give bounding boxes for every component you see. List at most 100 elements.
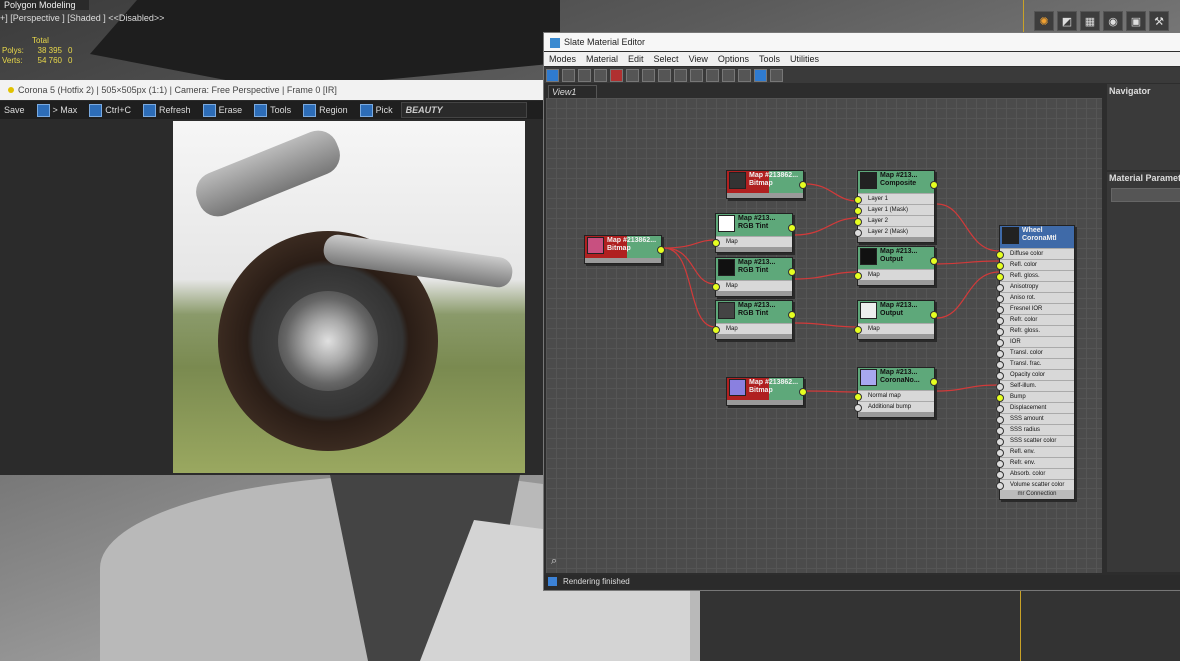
node-corona-normal[interactable]: Map #213... CoronaNo... Normal map Additi…: [854, 367, 938, 418]
slot-sss-amount[interactable]: SSS amount: [996, 413, 1074, 424]
menu-edit[interactable]: Edit: [623, 52, 649, 66]
viewport-label[interactable]: +] [Perspective ] [Shaded ] <<Disabled>>: [0, 13, 164, 23]
erase-button[interactable]: Erase: [199, 102, 247, 118]
slot-layer2-mask[interactable]: Layer 2 (Mask): [854, 226, 934, 237]
assign-material-icon[interactable]: [594, 68, 607, 82]
slot-normal-map[interactable]: Normal map: [854, 390, 934, 401]
slot-map[interactable]: Map: [712, 280, 792, 291]
menu-modes[interactable]: Modes: [544, 52, 581, 66]
slot-map[interactable]: Map: [712, 323, 792, 334]
move-children-icon[interactable]: [626, 68, 639, 82]
menu-select[interactable]: Select: [649, 52, 684, 66]
schematic-icon[interactable]: ▦: [1080, 11, 1100, 31]
copy-button[interactable]: Ctrl+C: [85, 102, 135, 118]
node-bitmap-top[interactable]: Map #213862... Bitmap: [726, 170, 807, 199]
layout-all-icon[interactable]: [722, 68, 735, 82]
slot-opacity-color[interactable]: Opacity color: [996, 369, 1074, 380]
slot-refl-env[interactable]: Refl. env.: [996, 446, 1074, 457]
slot-map[interactable]: Map: [854, 323, 934, 334]
curve-editor-icon[interactable]: ◩: [1057, 11, 1077, 31]
output-socket[interactable]: [799, 388, 807, 396]
slot-refr-color[interactable]: Refr. color: [996, 314, 1074, 325]
select-tool-icon[interactable]: [546, 68, 559, 82]
tools-button[interactable]: Tools: [250, 102, 295, 118]
bitmap-thumbnail: [729, 172, 746, 189]
node-rgb-tint-1[interactable]: Map #213... RGB Tint Map: [712, 213, 796, 253]
output-socket[interactable]: [930, 257, 938, 265]
node-output-1[interactable]: Map #213... Output Map: [854, 246, 938, 286]
slot-sss-radius[interactable]: SSS radius: [996, 424, 1074, 435]
slot-layer2[interactable]: Layer 2: [854, 215, 934, 226]
output-socket[interactable]: [930, 181, 938, 189]
slot-refr-env[interactable]: Refr. env.: [996, 457, 1074, 468]
layout-children-icon[interactable]: [738, 68, 751, 82]
mr-connection[interactable]: mr Connection: [1000, 490, 1074, 499]
material-map-browser-icon[interactable]: [754, 68, 767, 82]
node-bitmap-bottom[interactable]: Map #213862... Bitmap: [726, 377, 807, 406]
material-parameters-title: Material Parameters: [1109, 173, 1180, 183]
slot-sss-scatter-color[interactable]: SSS scatter color: [996, 435, 1074, 446]
hammer-icon[interactable]: ⚒: [1149, 11, 1169, 31]
delete-icon[interactable]: [610, 68, 623, 82]
material-name-field[interactable]: [1111, 188, 1180, 202]
slot-transl-color[interactable]: Transl. color: [996, 347, 1074, 358]
slot-map[interactable]: Map: [712, 236, 792, 247]
background-icon[interactable]: [674, 68, 687, 82]
menu-tools[interactable]: Tools: [754, 52, 785, 66]
refresh-button[interactable]: Refresh: [139, 102, 195, 118]
node-rgb-tint-3[interactable]: Map #213... RGB Tint Map: [712, 300, 796, 340]
output-socket[interactable]: [788, 311, 796, 319]
output-socket[interactable]: [788, 224, 796, 232]
show-map-icon[interactable]: [658, 68, 671, 82]
slot-diffuse-color[interactable]: Diffuse color: [996, 248, 1074, 259]
bitmap-thumbnail: [729, 379, 746, 396]
menu-view[interactable]: View: [684, 52, 713, 66]
slot-anisotropy[interactable]: Anisotropy: [996, 281, 1074, 292]
node-bitmap-left[interactable]: Map #213862... Bitmap: [584, 235, 665, 264]
pick-button[interactable]: Pick: [356, 102, 397, 118]
menu-utilities[interactable]: Utilities: [785, 52, 824, 66]
channel-select[interactable]: BEAUTY: [400, 102, 527, 118]
menu-material[interactable]: Material: [581, 52, 623, 66]
slot-fresnel-ior[interactable]: Fresnel IOR: [996, 303, 1074, 314]
slot-refl-color[interactable]: Refl. color: [996, 259, 1074, 270]
slot-volume-scatter-color[interactable]: Volume scatter color: [996, 479, 1074, 490]
slot-layer1[interactable]: Layer 1: [854, 193, 934, 204]
region-button[interactable]: Region: [299, 102, 352, 118]
node-composite[interactable]: Map #213... Composite Layer 1 Layer 1 (Ma…: [854, 170, 938, 243]
eyedropper-icon[interactable]: [562, 68, 575, 82]
output-socket[interactable]: [657, 246, 665, 254]
output-socket[interactable]: [930, 378, 938, 386]
slot-refl-gloss[interactable]: Refl. gloss.: [996, 270, 1074, 281]
to-max-button[interactable]: > Max: [33, 102, 82, 118]
slot-aniso-rot[interactable]: Aniso rot.: [996, 292, 1074, 303]
put-to-scene-icon[interactable]: [578, 68, 591, 82]
slot-additional-bump[interactable]: Additional bump: [854, 401, 934, 412]
slot-refr-gloss[interactable]: Refr. gloss.: [996, 325, 1074, 336]
hide-unused-icon[interactable]: [642, 68, 655, 82]
node-wheel-material[interactable]: Wheel CoronaMtl Diffuse color Refl. color…: [996, 225, 1075, 500]
slot-displacement[interactable]: Displacement: [996, 402, 1074, 413]
slot-absorb-color[interactable]: Absorb. color: [996, 468, 1074, 479]
menu-options[interactable]: Options: [713, 52, 754, 66]
save-button[interactable]: Save: [0, 102, 29, 118]
slot-layer1-mask[interactable]: Layer 1 (Mask): [854, 204, 934, 215]
output-socket[interactable]: [799, 181, 807, 189]
sample-type-icon[interactable]: [706, 68, 719, 82]
zoom-icon[interactable]: [770, 68, 783, 82]
slot-map[interactable]: Map: [854, 269, 934, 280]
slot-bump[interactable]: Bump: [996, 391, 1074, 402]
output-socket[interactable]: [930, 311, 938, 319]
node-rgb-tint-2[interactable]: Map #213... RGB Tint Map: [712, 257, 796, 297]
slot-self-illum[interactable]: Self-illum.: [996, 380, 1074, 391]
slot-ior[interactable]: IOR: [996, 336, 1074, 347]
sun-icon[interactable]: ✺: [1034, 11, 1054, 31]
node-output-2[interactable]: Map #213... Output Map: [854, 300, 938, 340]
material-editor-icon[interactable]: ◉: [1103, 11, 1123, 31]
slate-logo-icon: [550, 37, 560, 48]
tab-view1[interactable]: View1: [548, 85, 597, 99]
checker-icon[interactable]: [690, 68, 703, 82]
render-setup-icon[interactable]: ▣: [1126, 11, 1146, 31]
slot-transl-frac[interactable]: Transl. frac.: [996, 358, 1074, 369]
output-socket[interactable]: [788, 268, 796, 276]
